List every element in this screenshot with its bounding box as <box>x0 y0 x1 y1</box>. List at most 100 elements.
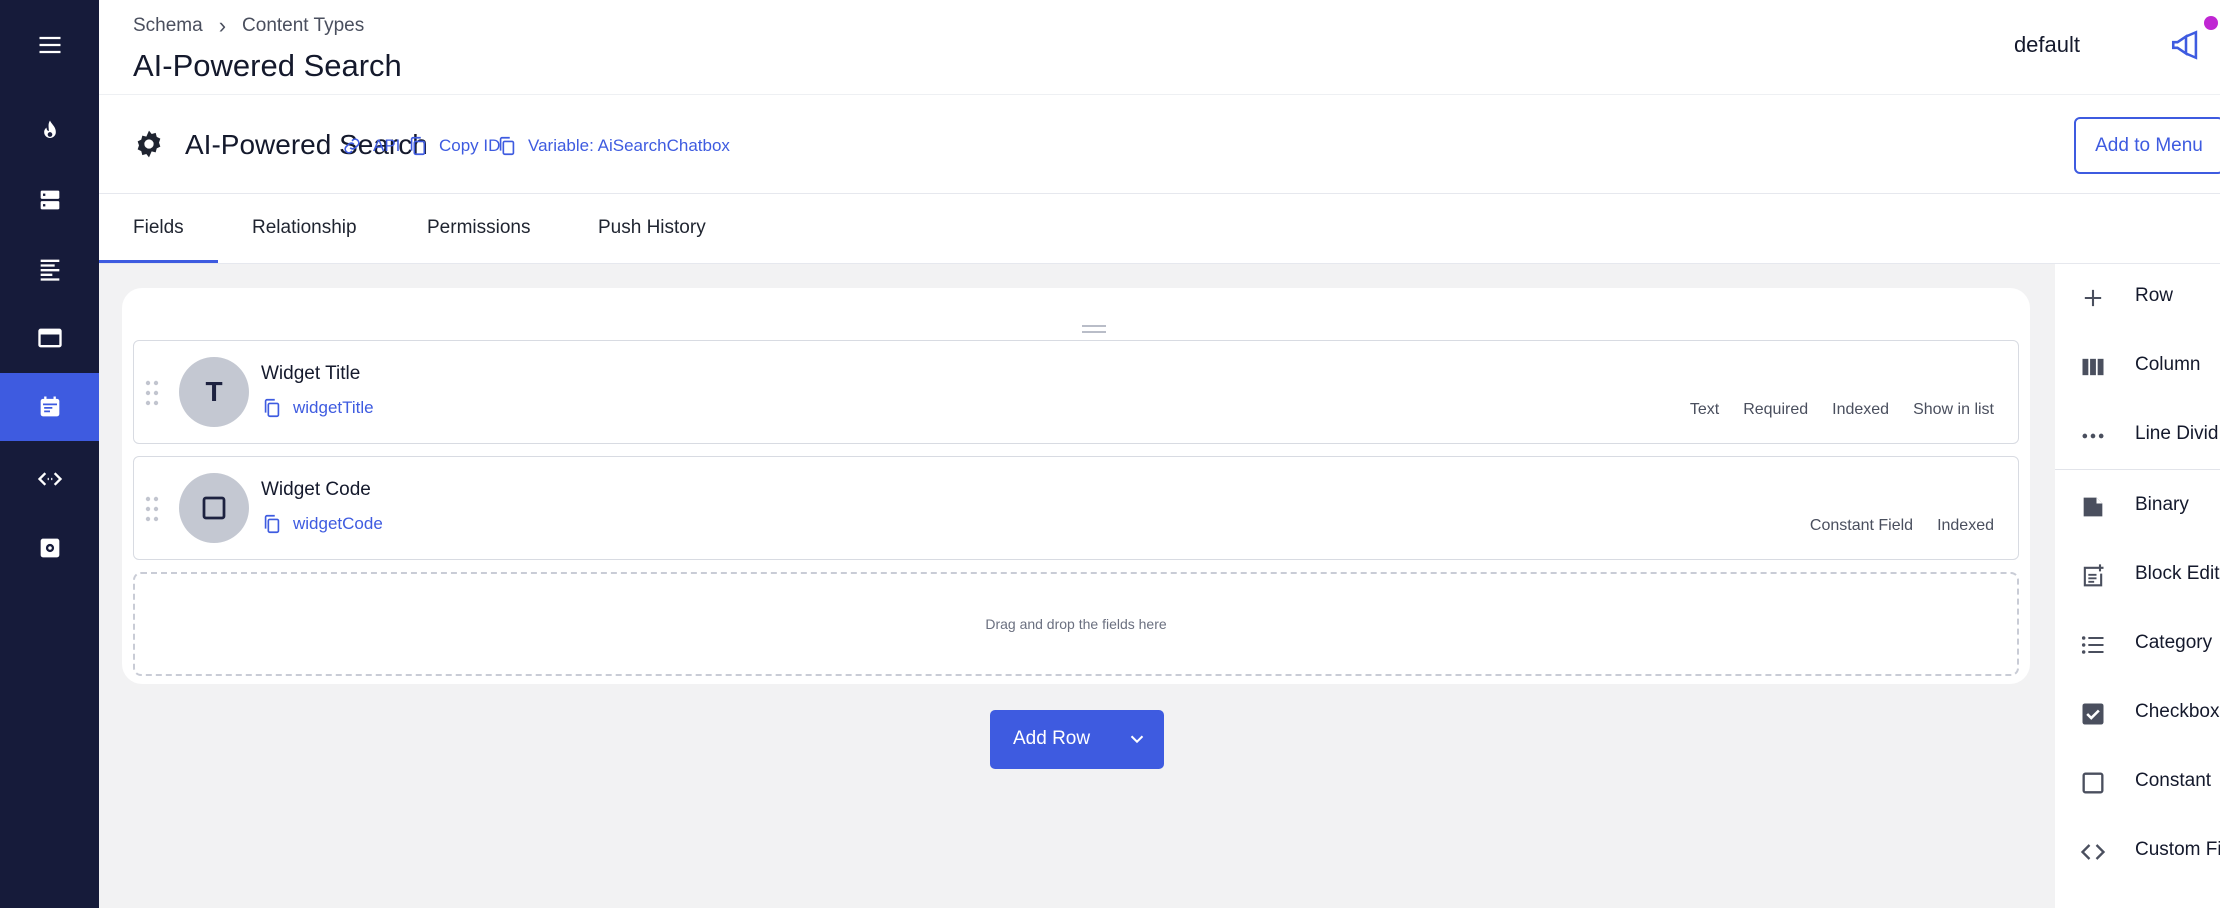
palette-item-label: Block Edit <box>2135 563 2220 584</box>
tab-bar: Fields Relationship Permissions Push His… <box>99 194 2220 264</box>
list-bulleted-icon <box>2081 636 2104 654</box>
database-icon <box>40 190 59 210</box>
row-container: T Widget Title widgetTitle Text Required… <box>122 288 2030 684</box>
gear-icon <box>137 130 161 158</box>
nav-content[interactable] <box>0 235 99 303</box>
nav-settings[interactable] <box>0 514 99 582</box>
tab-relationship[interactable]: Relationship <box>252 217 357 239</box>
palette-item-label: Category <box>2135 632 2213 653</box>
drag-handle-icon[interactable] <box>144 495 160 523</box>
left-nav <box>0 0 99 908</box>
page-title: AI-Powered Search <box>133 48 402 83</box>
more-horizontal-icon <box>2082 433 2104 439</box>
attr-indexed: Indexed <box>1937 517 1994 534</box>
palette-item-custom-field[interactable]: Custom Fi <box>2055 821 2220 881</box>
palette-item-category[interactable]: Category <box>2055 614 2220 674</box>
tab-push-history[interactable]: Push History <box>598 217 706 239</box>
palette-item-label: Column <box>2135 354 2201 375</box>
window-icon <box>37 328 62 348</box>
palette-item-constant[interactable]: Constant <box>2055 752 2220 812</box>
field-key-label: widgetCode <box>293 514 383 533</box>
text-field-icon: T <box>179 357 249 427</box>
square-icon <box>2082 772 2104 794</box>
copy-icon <box>410 136 426 156</box>
active-tab-indicator <box>99 260 218 263</box>
variable-label: Variable: AiSearchChatbox <box>528 136 730 155</box>
palette-item-binary[interactable]: Binary <box>2055 476 2220 536</box>
copy-icon <box>499 136 515 156</box>
field-key-label: widgetTitle <box>293 398 374 417</box>
add-row-button[interactable]: Add Row <box>990 710 1164 769</box>
square-icon <box>202 496 226 520</box>
attr-indexed: Indexed <box>1832 401 1890 418</box>
nav-developer[interactable] <box>0 445 99 513</box>
nav-dashboard[interactable] <box>0 97 99 165</box>
palette-item-label: Checkbox <box>2135 701 2220 722</box>
columns-icon <box>2082 358 2104 376</box>
nav-pages[interactable] <box>0 304 99 372</box>
palette-item-label: Line Divid <box>2135 423 2219 444</box>
field-name: Widget Code <box>261 479 371 500</box>
tab-permissions[interactable]: Permissions <box>427 217 530 239</box>
add-to-menu-button[interactable]: Add to Menu <box>2074 117 2220 174</box>
list-icon <box>40 259 59 281</box>
api-link[interactable]: API <box>341 135 400 157</box>
row-drag-handle[interactable] <box>1082 325 1106 337</box>
schema-builder-area: T Widget Title widgetTitle Text Required… <box>99 264 2055 908</box>
constant-field-icon <box>179 473 249 543</box>
code-brackets-icon <box>2080 844 2106 860</box>
field-row-widget-code[interactable]: Widget Code widgetCode Constant Field In… <box>133 456 2019 560</box>
code-icon <box>37 472 62 486</box>
page-header: Schema › Content Types AI-Powered Search… <box>99 0 2220 95</box>
megaphone-icon[interactable] <box>2168 28 2204 62</box>
field-attributes: Constant Field Indexed <box>1810 517 1994 535</box>
note-add-icon <box>2083 564 2104 587</box>
palette-item-column[interactable]: Column <box>2055 336 2220 396</box>
field-key-copy[interactable]: widgetCode <box>261 513 383 535</box>
palette-item-label: Constant <box>2135 770 2212 791</box>
field-key-copy[interactable]: widgetTitle <box>261 397 374 419</box>
attr-type: Text <box>1689 401 1720 418</box>
field-row-widget-title[interactable]: T Widget Title widgetTitle Text Required… <box>133 340 2019 444</box>
calendar-icon <box>40 396 59 417</box>
environment-selector[interactable]: default <box>2014 32 2080 58</box>
palette-item-label: Binary <box>2135 494 2189 515</box>
copy-icon <box>264 398 280 418</box>
copy-variable-button[interactable]: Variable: AiSearchChatbox <box>496 135 730 157</box>
notification-dot <box>2204 16 2218 30</box>
palette-item-checkbox[interactable]: Checkbox <box>2055 683 2220 743</box>
tab-fields[interactable]: Fields <box>133 217 184 239</box>
checkbox-checked-icon <box>2082 703 2104 725</box>
nav-data[interactable] <box>0 166 99 234</box>
chevron-down-icon[interactable] <box>1126 728 1148 750</box>
add-row-label: Add Row <box>1013 728 1091 749</box>
api-link-label: API <box>373 136 401 155</box>
palette-item-label: Custom Fi <box>2135 839 2220 860</box>
flame-icon <box>43 120 56 138</box>
copy-icon <box>264 514 280 534</box>
drag-handle-icon[interactable] <box>144 379 160 407</box>
palette-item-block-editor[interactable]: Block Edit <box>2055 545 2220 605</box>
attr-required: Required <box>1743 401 1809 418</box>
chevron-right-icon: › <box>218 13 227 38</box>
palette-divider <box>2055 469 2220 470</box>
content-type-bar: AI-Powered Search API Copy ID Variable: … <box>99 95 2220 194</box>
plus-icon <box>2084 289 2102 307</box>
field-dropzone[interactable]: Drag and drop the fields here <box>133 572 2019 676</box>
copy-id-button[interactable]: Copy ID <box>407 135 500 157</box>
nav-menu[interactable] <box>0 11 99 79</box>
field-name: Widget Title <box>261 363 361 384</box>
field-palette: Row Column Line Divid Binary Block Edit … <box>2055 264 2220 908</box>
breadcrumb-content-types[interactable]: Content Types <box>242 15 364 37</box>
copy-id-label: Copy ID <box>439 136 501 155</box>
palette-item-row[interactable]: Row <box>2055 267 2220 327</box>
nav-schema[interactable] <box>0 373 99 441</box>
attr-type: Constant Field <box>1809 517 1914 534</box>
field-attributes: Text Required Indexed Show in list <box>1690 401 1994 419</box>
palette-item-line-divider[interactable]: Line Divid <box>2055 405 2220 465</box>
settings-icon <box>40 538 59 558</box>
file-icon <box>2083 497 2103 517</box>
breadcrumb-schema[interactable]: Schema <box>133 15 203 37</box>
breadcrumb: Schema › Content Types <box>133 13 364 39</box>
attr-show-in-list: Show in list <box>1913 401 1994 418</box>
